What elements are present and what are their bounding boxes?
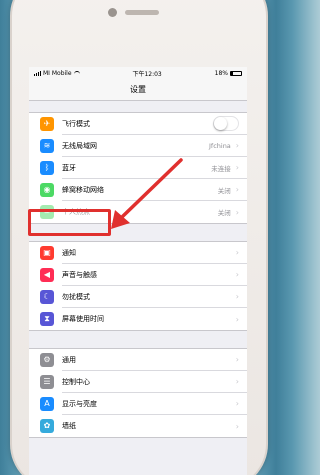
chevron-right-icon: › — [235, 292, 239, 301]
settings-screen: MI Mobile 下午12:03 18% 设置 ✈ 飞行模式 ≋ 无线局域网 Jfch… — [29, 67, 247, 475]
settings-row-sounds[interactable]: ◀ 声音与触感 › — [29, 264, 247, 286]
row-label: 声音与触感 — [62, 270, 97, 279]
wifi-icon: ≋ — [40, 139, 54, 153]
page-title: 设置 — [130, 85, 146, 94]
chevron-right-icon: › — [235, 377, 239, 386]
status-bar: MI Mobile 下午12:03 18% — [29, 67, 247, 79]
row-label: 屏幕使用时间 — [62, 315, 104, 323]
row-value: 未连接 — [211, 164, 231, 173]
row-value: 关闭 — [217, 209, 231, 217]
chevron-right-icon: › — [235, 270, 239, 279]
highlight-box — [28, 209, 111, 236]
settings-row-airplane[interactable]: ✈ 飞行模式 — [29, 113, 247, 135]
control-center-icon: ☰ — [40, 375, 54, 389]
row-label: 蓝牙 — [62, 163, 76, 172]
settings-group-general: ⚙ 通用 › ☰ 控制中心 › A 显示与亮度 › ✿ 墙纸 › — [29, 348, 247, 438]
settings-row-wallpaper[interactable]: ✿ 墙纸 › — [29, 415, 247, 437]
airplane-mode-toggle[interactable] — [213, 116, 239, 131]
settings-row-bluetooth[interactable]: ᛒ 蓝牙 未连接 › — [29, 157, 247, 179]
row-label: 控制中心 — [62, 377, 90, 386]
settings-row-cellular[interactable]: ◉ 蜂窝移动网络 关闭 › — [29, 179, 247, 201]
toggle-knob — [214, 117, 227, 130]
moon-icon: ☾ — [40, 290, 54, 304]
row-value: Jfchina — [208, 141, 231, 150]
chevron-right-icon: › — [235, 421, 239, 431]
nav-bar: 设置 — [29, 79, 247, 101]
chevron-right-icon: › — [235, 163, 239, 172]
settings-row-display[interactable]: A 显示与亮度 › — [29, 393, 247, 415]
signal-icon — [34, 70, 41, 76]
settings-row-control-center[interactable]: ☰ 控制中心 › — [29, 371, 247, 393]
chevron-right-icon: › — [235, 185, 239, 194]
row-label: 通知 — [62, 248, 76, 257]
earpiece — [125, 10, 159, 15]
row-label: 墙纸 — [62, 422, 76, 430]
notifications-icon: ▣ — [40, 246, 54, 260]
front-camera — [108, 8, 117, 17]
row-label: 飞行模式 — [62, 119, 90, 128]
settings-group-connectivity: ✈ 飞行模式 ≋ 无线局域网 Jfchina › ᛒ 蓝牙 未连接 › ◉ 蜂窝移动网络 关闭 › ∞ 个人热… — [29, 112, 247, 224]
chevron-right-icon: › — [235, 314, 239, 324]
settings-row-gear[interactable]: ⚙ 通用 › — [29, 349, 247, 371]
cellular-icon: ◉ — [40, 183, 54, 197]
gear-icon: ⚙ — [40, 353, 54, 367]
row-label: 勿扰模式 — [62, 292, 90, 301]
wifi-status-icon — [73, 71, 80, 75]
chevron-right-icon: › — [235, 141, 239, 150]
battery-icon — [230, 70, 242, 76]
battery-percent: 18% — [214, 69, 228, 77]
chevron-right-icon: › — [235, 207, 239, 217]
wallpaper-icon: ✿ — [40, 419, 54, 433]
row-label: 蜂窝移动网络 — [62, 185, 104, 194]
chevron-right-icon: › — [235, 355, 239, 364]
settings-row-notifications[interactable]: ▣ 通知 › — [29, 242, 247, 264]
row-label: 显示与亮度 — [62, 399, 97, 408]
row-label: 无线局域网 — [62, 141, 97, 150]
chevron-right-icon: › — [235, 248, 239, 257]
bluetooth-icon: ᛒ — [40, 161, 54, 175]
display-icon: A — [40, 397, 54, 411]
sounds-icon: ◀ — [40, 268, 54, 282]
row-value: 关闭 — [217, 186, 231, 195]
chevron-right-icon: › — [235, 399, 239, 408]
settings-row-moon[interactable]: ☾ 勿扰模式 › — [29, 286, 247, 308]
settings-row-hourglass[interactable]: ⧗ 屏幕使用时间 › — [29, 308, 247, 330]
settings-row-wifi[interactable]: ≋ 无线局域网 Jfchina › — [29, 135, 247, 157]
airplane-icon: ✈ — [40, 117, 54, 131]
carrier-label: MI Mobile — [43, 69, 72, 77]
row-label: 通用 — [62, 355, 76, 364]
clock: 下午12:03 — [132, 70, 162, 78]
hourglass-icon: ⧗ — [40, 312, 54, 326]
settings-group-notifications: ▣ 通知 › ◀ 声音与触感 › ☾ 勿扰模式 › ⧗ 屏幕使用时间 › — [29, 241, 247, 331]
